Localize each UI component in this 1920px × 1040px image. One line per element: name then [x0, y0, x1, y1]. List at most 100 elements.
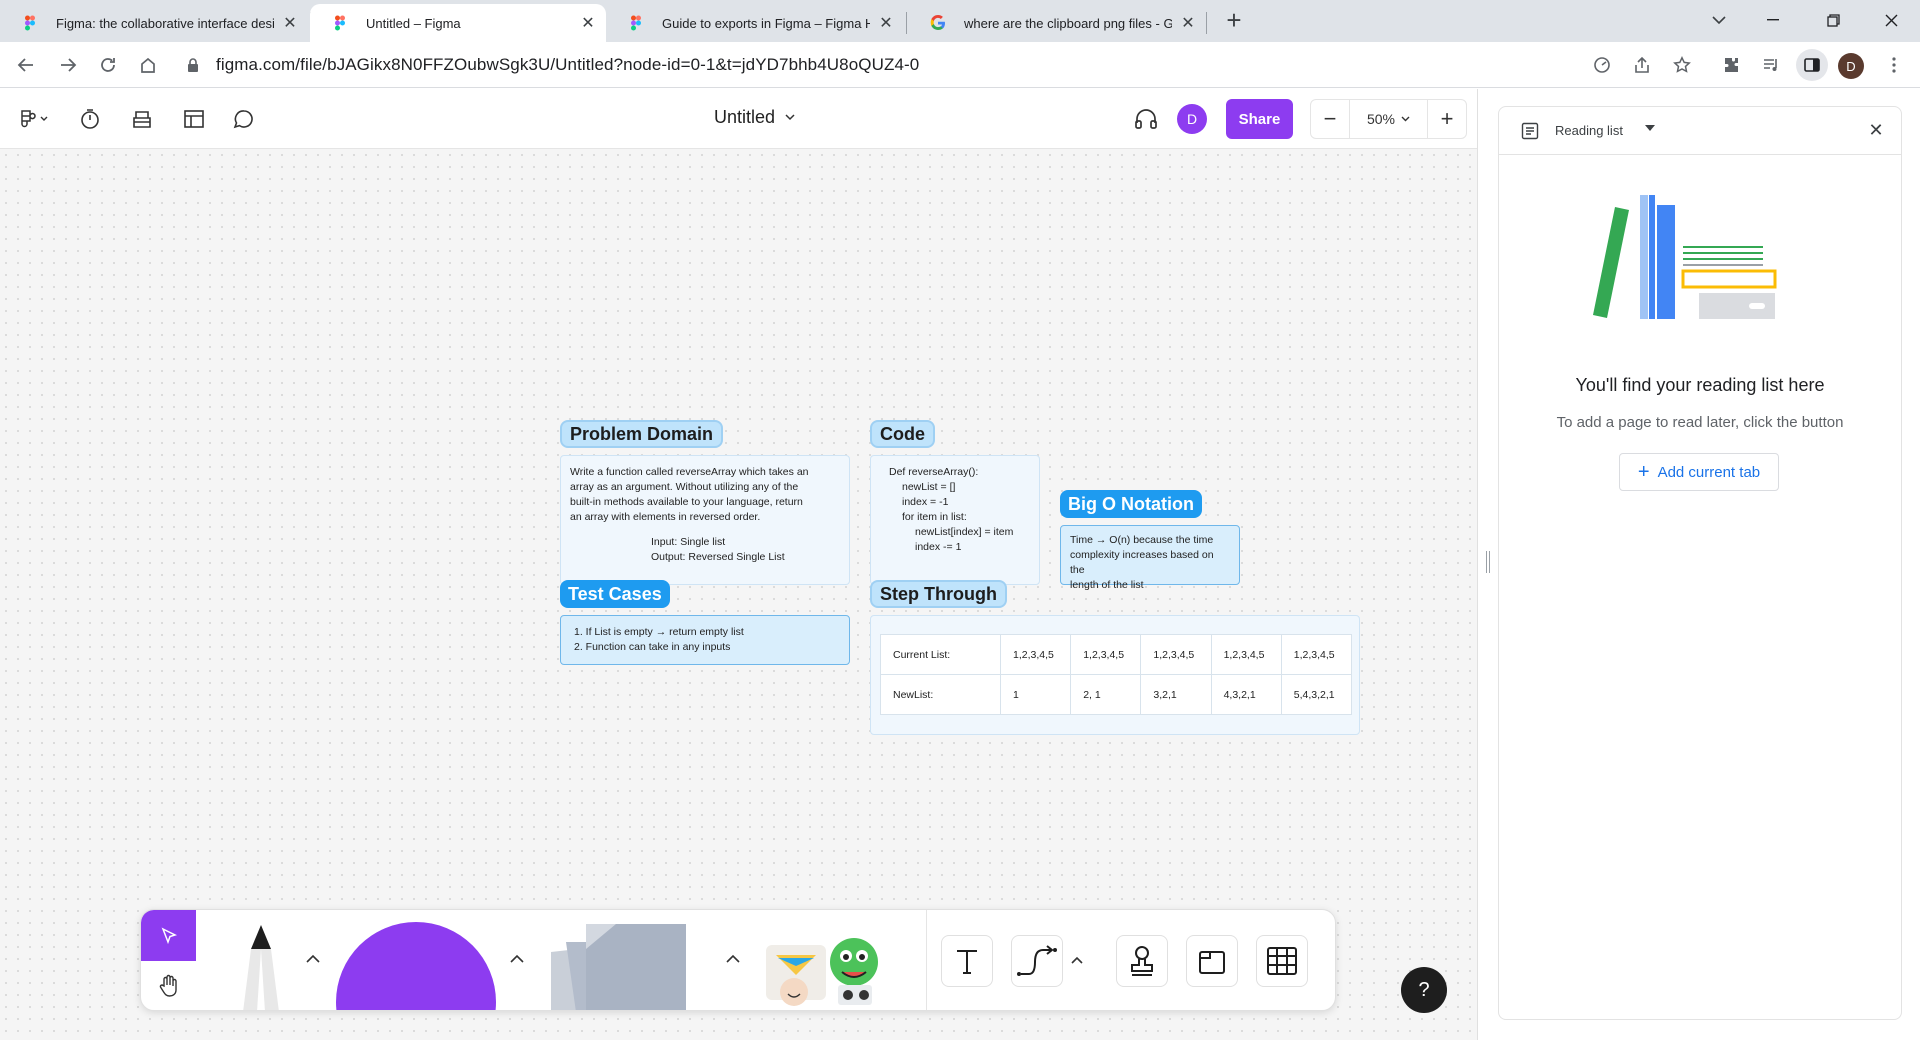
google-icon [930, 15, 945, 30]
tab-search-icon[interactable] [1696, 0, 1742, 40]
problem-domain-label[interactable]: Problem Domain [560, 420, 724, 448]
tab-google-search[interactable]: where are the clipboard png files - Goo … [908, 4, 1206, 42]
figma-menu-icon[interactable] [16, 104, 52, 134]
creation-toolbar [140, 909, 1336, 1011]
text-icon [957, 950, 977, 974]
table-cell: 1,2,3,4,5 [1070, 634, 1142, 675]
bookmark-star-icon[interactable] [1666, 49, 1698, 81]
minimize-icon[interactable] [1750, 0, 1796, 40]
caret-down-icon[interactable] [1645, 125, 1655, 131]
text-tool[interactable] [941, 935, 993, 987]
stamp-icon [1131, 946, 1153, 976]
chevron-up-icon[interactable] [505, 946, 529, 970]
url-text: figma.com/file/bJAGikx8N0FFZOubwSgk3U/Un… [216, 55, 920, 74]
stamp-tool[interactable] [1116, 935, 1168, 987]
collaborator-avatar[interactable]: D [1177, 104, 1207, 134]
problem-output: Output: Reversed Single List [651, 551, 785, 563]
side-panel-icon[interactable] [1796, 49, 1828, 81]
table-cell: 2, 1 [1070, 674, 1142, 715]
new-tab-button[interactable]: + [1221, 7, 1247, 34]
big-o-line: complexity increases based on the [1070, 549, 1214, 576]
templates-icon[interactable] [180, 104, 208, 134]
profile-avatar[interactable]: D [1838, 53, 1864, 79]
move-tool[interactable] [141, 910, 196, 961]
share-button[interactable]: Share [1226, 99, 1293, 139]
close-icon[interactable]: ✕ [1180, 15, 1196, 32]
table-tool[interactable] [1256, 935, 1308, 987]
share-page-icon[interactable] [1626, 49, 1658, 81]
resources-icon[interactable] [128, 104, 156, 134]
test-case-item: 2. Function can take in any inputs [574, 641, 731, 653]
tab-separator [906, 12, 907, 34]
add-current-tab-button[interactable]: + Add current tab [1619, 453, 1779, 491]
zoom-in-button[interactable]: + [1428, 100, 1466, 138]
hand-tool[interactable] [141, 961, 196, 1010]
document-title[interactable]: Untitled [714, 107, 795, 128]
reading-list-icon [1521, 122, 1539, 140]
home-icon[interactable] [132, 49, 164, 81]
test-cases-card[interactable]: 1. If List is empty → return empty list … [560, 615, 850, 665]
zoom-level-dropdown[interactable]: 50% [1349, 100, 1428, 138]
performance-icon[interactable] [1586, 49, 1618, 81]
chevron-up-icon[interactable] [721, 946, 745, 970]
table-row: Current List: 1,2,3,4,5 1,2,3,4,5 1,2,3,… [880, 634, 1353, 675]
problem-line: an array with elements in reversed order… [570, 511, 761, 523]
marker-tool[interactable] [231, 925, 291, 1010]
problem-line: array as an argument. Without utilizing … [570, 481, 799, 493]
more-menu-icon[interactable] [1878, 49, 1910, 81]
panel-header: Reading list ✕ [1499, 107, 1901, 155]
step-through-label[interactable]: Step Through [870, 580, 1007, 608]
close-icon[interactable]: ✕ [580, 15, 596, 32]
section-tool[interactable] [1186, 935, 1238, 987]
close-icon[interactable]: ✕ [878, 15, 894, 32]
lock-icon[interactable] [178, 58, 208, 72]
zoom-control: − 50% + [1310, 99, 1467, 139]
tab-title: Figma: the collaborative interface desig [56, 15, 274, 31]
tab-untitled-figma[interactable]: Untitled – Figma ✕ [310, 4, 606, 42]
chevron-up-icon[interactable] [1066, 948, 1088, 972]
sticky-note-icon [551, 924, 686, 1010]
big-o-line: length of the list [1070, 579, 1144, 591]
code-label[interactable]: Code [870, 420, 935, 448]
close-icon[interactable]: ✕ [282, 15, 298, 32]
figma-icon [631, 15, 641, 31]
connector-tool[interactable] [1011, 935, 1063, 987]
help-button[interactable]: ? [1401, 967, 1447, 1013]
close-icon[interactable]: ✕ [1865, 119, 1887, 141]
big-o-label[interactable]: Big O Notation [1060, 490, 1202, 518]
resize-handle[interactable] [1486, 551, 1490, 573]
code-line: index = -1 [902, 496, 949, 508]
address-bar[interactable]: figma.com/file/bJAGikx8N0FFZOubwSgk3U/Un… [178, 47, 1668, 83]
code-card[interactable]: Def reverseArray(): newList = [] index =… [870, 455, 1040, 585]
close-window-icon[interactable] [1868, 0, 1914, 40]
reading-list-illustration [1593, 195, 1777, 319]
back-icon[interactable] [10, 49, 42, 81]
panel-title[interactable]: Reading list [1555, 123, 1623, 138]
timer-icon[interactable] [76, 104, 104, 134]
stickers-tool[interactable] [756, 930, 896, 1010]
headphones-icon[interactable] [1132, 104, 1160, 134]
big-o-card[interactable]: Time → O(n) because the time complexity … [1060, 525, 1240, 591]
comment-icon[interactable] [230, 104, 258, 134]
chevron-up-icon[interactable] [301, 946, 325, 970]
restore-icon[interactable] [1810, 0, 1856, 40]
extensions-icon[interactable] [1715, 49, 1747, 81]
zoom-out-button[interactable]: − [1311, 100, 1349, 138]
chevron-down-icon [1401, 116, 1410, 122]
media-controls-icon[interactable] [1755, 49, 1787, 81]
table-cell: 1,2,3,4,5 [999, 634, 1072, 675]
figma-icon [25, 15, 35, 31]
test-cases-label[interactable]: Test Cases [560, 580, 670, 608]
browser-toolbar: figma.com/file/bJAGikx8N0FFZOubwSgk3U/Un… [0, 42, 1920, 88]
shape-tool[interactable] [336, 920, 496, 1010]
side-panel-splitter[interactable] [1477, 89, 1498, 1040]
sticky-note-tool[interactable] [531, 922, 711, 1010]
problem-domain-card[interactable]: Write a function called reverseArray whi… [560, 455, 850, 585]
forward-icon[interactable] [52, 49, 84, 81]
table-cell: 1 [999, 674, 1072, 715]
reload-icon[interactable] [92, 49, 124, 81]
tab-exports-guide[interactable]: Guide to exports in Figma – Figma Help ✕ [606, 4, 904, 42]
tab-title: Untitled – Figma [366, 15, 461, 31]
tab-figma-home[interactable]: Figma: the collaborative interface desig… [0, 4, 308, 42]
reading-list-panel: Reading list ✕ You'll find your reading … [1498, 106, 1902, 1020]
